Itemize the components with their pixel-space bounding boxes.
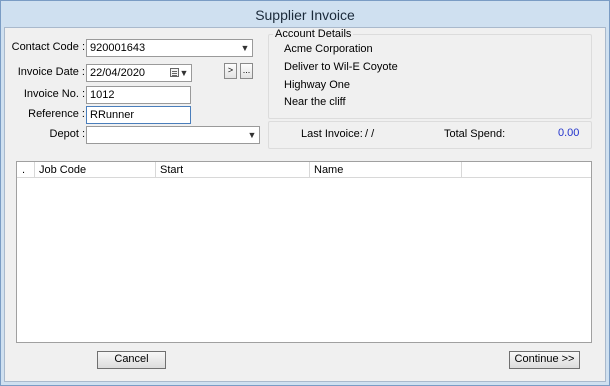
depot-label: Depot : — [49, 128, 85, 140]
total-spend-label: Total Spend: — [444, 128, 506, 140]
account-details-legend: Account Details — [273, 28, 354, 40]
invoice-no-label: Invoice No. : — [23, 88, 85, 100]
total-spend-value: 0.00 — [558, 127, 580, 139]
account-line-4: Near the cliff — [284, 96, 346, 108]
grid-header: . Job Code Start Name — [17, 162, 591, 178]
calendar-icon[interactable] — [170, 68, 179, 77]
contact-code-dropdown[interactable]: 920001643 ▼ — [86, 39, 253, 57]
more-options-button[interactable]: ... — [240, 63, 253, 79]
invoice-date-label: Invoice Date : — [17, 66, 85, 78]
supplier-invoice-window: Supplier Invoice Contact Code : 92000164… — [0, 0, 610, 386]
last-invoice-value: / / — [365, 128, 375, 140]
invoice-date-value: 22/04/2020 — [90, 67, 146, 79]
continue-button[interactable]: Continue >> — [509, 351, 580, 369]
window-title: Supplier Invoice — [1, 1, 609, 27]
contact-code-value: 920001643 — [90, 42, 146, 54]
invoice-no-field[interactable]: 1012 — [86, 86, 191, 104]
chevron-down-icon[interactable]: ▼ — [179, 66, 189, 80]
account-line-2: Deliver to Wil-E Coyote — [284, 61, 398, 73]
grid-col-indicator[interactable]: . — [17, 162, 35, 178]
grid-col-start[interactable]: Start — [156, 162, 310, 178]
invoice-date-picker[interactable]: 22/04/2020 ▼ — [86, 64, 192, 82]
job-grid[interactable]: . Job Code Start Name — [16, 161, 592, 343]
grid-col-name[interactable]: Name — [310, 162, 462, 178]
next-date-button[interactable]: > — [224, 63, 237, 79]
account-line-3: Highway One — [284, 79, 351, 91]
reference-value: RRunner — [90, 109, 135, 121]
cancel-button[interactable]: Cancel — [97, 351, 166, 369]
contact-code-label: Contact Code : — [11, 41, 85, 53]
chevron-down-icon: ▼ — [240, 43, 250, 53]
reference-field[interactable]: RRunner — [86, 106, 191, 124]
invoice-no-value: 1012 — [90, 89, 115, 101]
account-line-1: Acme Corporation — [284, 43, 373, 55]
chevron-down-icon: ▼ — [247, 130, 257, 140]
reference-label: Reference : — [28, 108, 85, 120]
last-invoice-label: Last Invoice: — [301, 128, 363, 140]
depot-dropdown[interactable]: ▼ — [86, 126, 260, 144]
grid-col-job-code[interactable]: Job Code — [35, 162, 156, 178]
dialog-body: Contact Code : 920001643 ▼ Invoice Date … — [4, 27, 606, 382]
